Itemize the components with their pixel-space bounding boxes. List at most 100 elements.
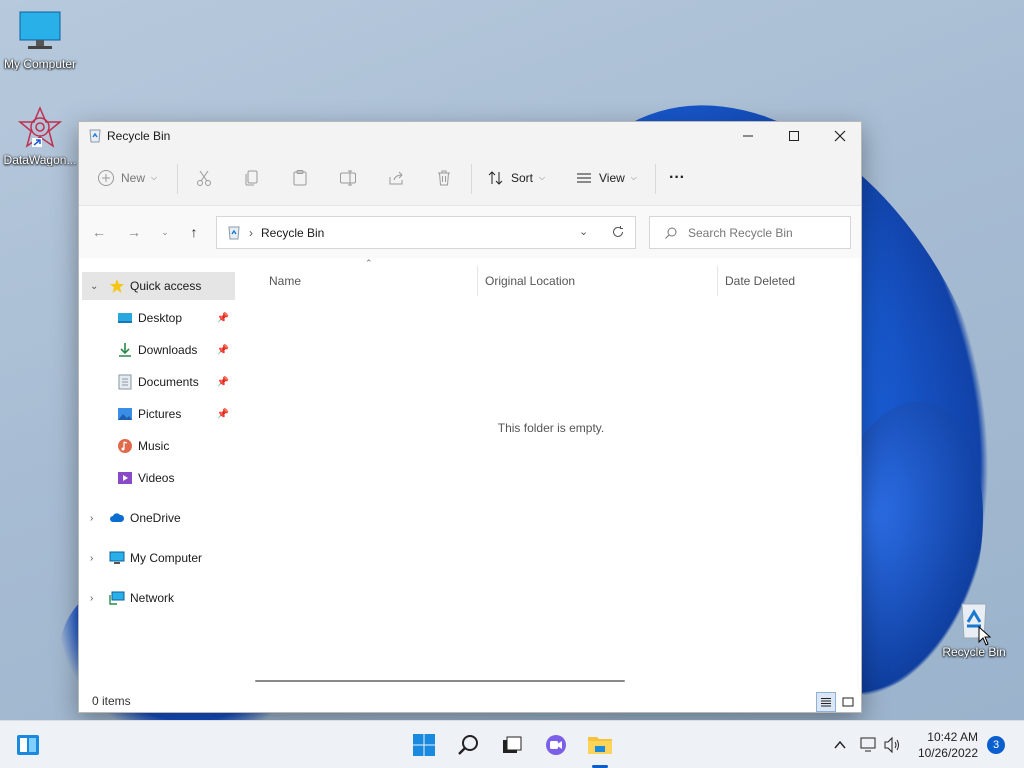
nav-label: Pictures xyxy=(138,407,182,421)
column-divider[interactable] xyxy=(477,266,478,296)
nav-label: Quick access xyxy=(130,279,202,293)
arrow-up-icon: ↑ xyxy=(190,224,198,240)
desktop-icon-datawagon[interactable]: DataWagon... xyxy=(0,106,80,167)
task-view-button[interactable] xyxy=(496,729,528,761)
search-button[interactable] xyxy=(452,729,484,761)
search-box[interactable]: Search Recycle Bin xyxy=(649,216,851,249)
chevron-right-icon[interactable]: › xyxy=(90,593,93,604)
file-explorer-window: Recycle Bin New ⌵ Sort ⌵ View ⌵ ··· ← → … xyxy=(78,121,862,713)
toolbar-divider xyxy=(177,164,178,194)
star-icon xyxy=(109,278,125,294)
address-row: ← → ⌄ ↑ › Recycle Bin ⌄ Search Recycle B… xyxy=(79,206,861,258)
column-header-original-location[interactable]: Original Location xyxy=(485,266,575,296)
desktop-folder-icon xyxy=(117,310,133,326)
nav-item-onedrive[interactable]: › OneDrive xyxy=(82,504,235,532)
date-text: 10/26/2022 xyxy=(917,746,978,760)
close-button[interactable] xyxy=(817,122,863,150)
refresh-icon[interactable] xyxy=(611,225,625,239)
time-text: 10:42 AM xyxy=(927,730,978,744)
nav-item-desktop[interactable]: Desktop 📌 xyxy=(82,304,235,332)
volume-button[interactable] xyxy=(882,733,904,757)
nav-item-music[interactable]: Music xyxy=(82,432,235,460)
sort-label: Sort xyxy=(511,171,534,185)
monitor-icon xyxy=(19,11,61,49)
nav-item-my-computer[interactable]: › My Computer xyxy=(82,544,235,572)
nav-item-pictures[interactable]: Pictures 📌 xyxy=(82,400,235,428)
breadcrumb[interactable]: Recycle Bin xyxy=(261,226,324,240)
nav-label: Desktop xyxy=(138,311,183,325)
column-divider[interactable] xyxy=(717,266,718,296)
network-icon xyxy=(860,737,876,752)
details-view-button[interactable] xyxy=(816,692,836,712)
item-count: 0 items xyxy=(92,694,131,708)
tiles-view-button[interactable] xyxy=(838,692,858,712)
notification-badge[interactable]: 3 xyxy=(987,736,1005,754)
column-header-name[interactable]: Name xyxy=(269,266,301,296)
copy-button[interactable] xyxy=(243,164,261,192)
rename-button[interactable] xyxy=(339,164,357,192)
scissors-icon xyxy=(197,170,211,186)
maximize-icon xyxy=(789,131,799,141)
cloud-icon xyxy=(109,510,125,526)
chevron-right-icon[interactable]: › xyxy=(90,553,93,564)
new-button[interactable]: New ⌵ xyxy=(97,164,157,192)
paste-button[interactable] xyxy=(291,164,309,192)
music-icon xyxy=(117,438,133,454)
nav-item-documents[interactable]: Documents 📌 xyxy=(82,368,235,396)
view-button[interactable]: View ⌵ xyxy=(575,164,637,192)
pictures-icon xyxy=(117,406,133,422)
desktop-icon-my-computer[interactable]: My Computer xyxy=(0,10,80,71)
nav-item-network[interactable]: › Network xyxy=(82,584,235,612)
title-bar[interactable]: Recycle Bin xyxy=(79,122,861,150)
column-header-date-deleted[interactable]: Date Deleted xyxy=(725,266,795,296)
delete-button[interactable] xyxy=(435,164,453,192)
back-button[interactable]: ← xyxy=(87,220,111,244)
share-icon xyxy=(389,171,403,185)
desktop-icon-recycle-bin[interactable]: Recycle Bin xyxy=(934,600,1014,659)
new-label: New xyxy=(121,171,146,185)
file-explorer-taskbar-button[interactable] xyxy=(584,729,616,761)
command-bar: New ⌵ Sort ⌵ View ⌵ ··· xyxy=(79,150,861,206)
chat-button[interactable] xyxy=(540,729,572,761)
nav-item-downloads[interactable]: Downloads 📌 xyxy=(82,336,235,364)
nav-item-videos[interactable]: Videos xyxy=(82,464,235,492)
more-options-button[interactable]: ··· xyxy=(669,164,685,192)
nav-label: Music xyxy=(138,439,170,453)
chevron-up-icon xyxy=(834,740,846,749)
address-bar[interactable]: › Recycle Bin ⌄ xyxy=(216,216,636,249)
column-label: Date Deleted xyxy=(725,274,796,288)
start-button[interactable] xyxy=(408,729,440,761)
minimize-button[interactable] xyxy=(725,122,771,150)
chevron-down-icon[interactable]: ⌄ xyxy=(90,281,98,292)
nav-item-quick-access[interactable]: ⌄ Quick access xyxy=(82,272,235,300)
maximize-button[interactable] xyxy=(771,122,817,150)
desktop-icon-label: My Computer xyxy=(3,57,77,71)
mouse-cursor-icon xyxy=(978,626,992,646)
recent-locations-button[interactable]: ⌄ xyxy=(153,220,177,244)
paste-icon xyxy=(293,170,307,186)
share-button[interactable] xyxy=(387,164,405,192)
more-icon: ··· xyxy=(669,169,685,186)
network-icon xyxy=(109,590,125,606)
forward-button[interactable]: → xyxy=(122,220,146,244)
up-button[interactable]: ↑ xyxy=(182,220,206,244)
chevron-down-icon: ⌵ xyxy=(539,173,546,182)
horizontal-scrollbar[interactable] xyxy=(255,680,625,682)
show-hidden-icons-button[interactable] xyxy=(832,733,848,757)
chevron-down-icon: ⌵ xyxy=(151,173,158,182)
chevron-down-icon: ⌵ xyxy=(630,173,637,182)
widgets-button[interactable] xyxy=(12,729,44,761)
chevron-right-icon[interactable]: › xyxy=(90,513,93,524)
document-icon xyxy=(117,374,133,390)
minimize-icon xyxy=(743,135,753,137)
network-status-button[interactable] xyxy=(858,733,880,757)
address-dropdown-icon[interactable]: ⌄ xyxy=(579,225,588,238)
cut-button[interactable] xyxy=(195,164,213,192)
rename-icon xyxy=(340,170,356,186)
monitor-icon xyxy=(109,550,125,566)
clock[interactable]: 10:42 AM 10/26/2022 xyxy=(910,729,978,761)
toolbar-divider xyxy=(655,164,656,194)
sort-ascending-icon: ⌃ xyxy=(365,258,373,268)
desktop-icon-label: DataWagon... xyxy=(3,153,77,167)
sort-button[interactable]: Sort ⌵ xyxy=(487,164,545,192)
